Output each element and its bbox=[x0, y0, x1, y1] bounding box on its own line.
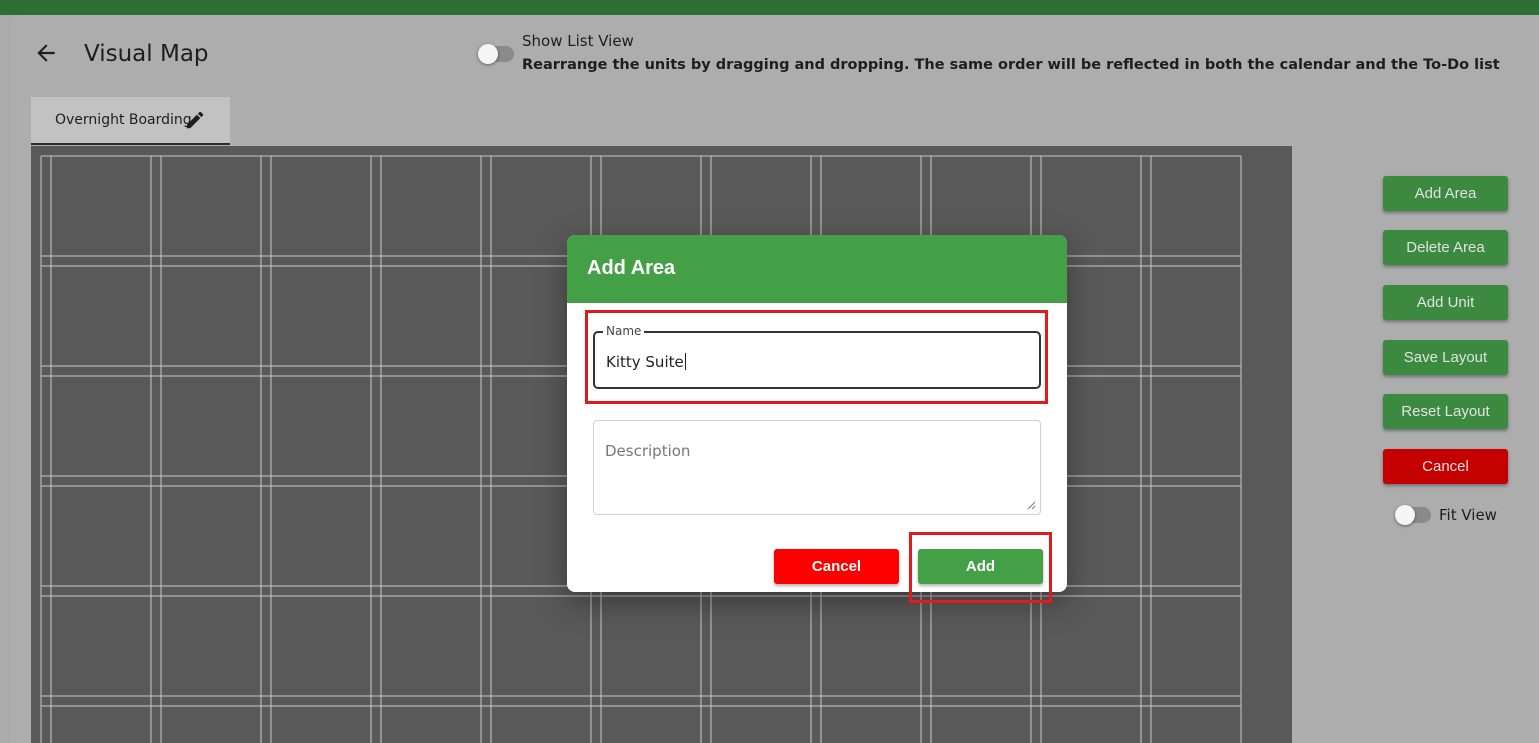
dialog-header: Add Area bbox=[567, 235, 1067, 303]
name-field[interactable]: Name Kitty Suite bbox=[593, 324, 1041, 389]
description-textarea[interactable]: Description bbox=[593, 420, 1041, 515]
name-input[interactable]: Kitty Suite bbox=[606, 353, 1026, 371]
add-area-dialog: Add Area Name Kitty Suite Description Ca… bbox=[567, 235, 1067, 592]
name-field-label: Name bbox=[603, 324, 645, 338]
dialog-title: Add Area bbox=[587, 257, 676, 279]
resize-handle-icon[interactable] bbox=[1026, 500, 1036, 510]
dialog-add-button[interactable]: Add bbox=[918, 549, 1043, 584]
text-caret bbox=[684, 353, 686, 370]
name-input-value: Kitty Suite bbox=[606, 353, 684, 371]
dialog-cancel-button[interactable]: Cancel bbox=[774, 549, 899, 584]
description-placeholder: Description bbox=[605, 442, 691, 460]
